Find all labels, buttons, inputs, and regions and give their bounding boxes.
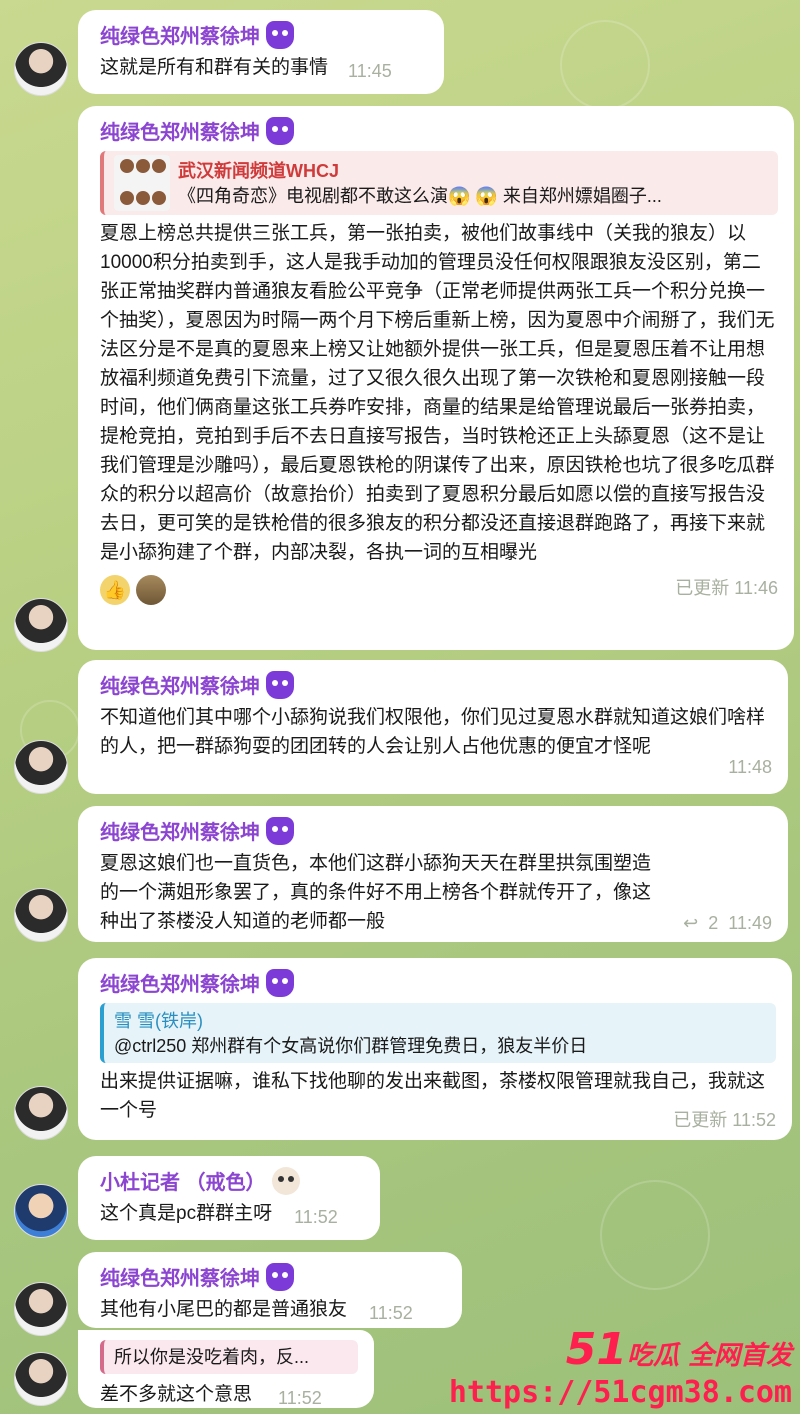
sender-name[interactable]: 小杜记者 （戒色） — [100, 1166, 364, 1195]
message-text: 这个真是pc群群主呀 — [100, 1203, 273, 1224]
message-bubble[interactable]: 所以你是没吃着肉，反... 差不多就这个意思 11:52 — [78, 1330, 374, 1408]
message-time: 已更新 11:52 — [673, 1110, 776, 1130]
quote-body: 《四角奇恋》电视剧都不敢这么演😱 😱 来自郑州嫖娼圈子... — [178, 186, 662, 206]
forwarded-quote[interactable]: 武汉新闻频道WHCJ 《四角奇恋》电视剧都不敢这么演😱 😱 来自郑州嫖娼圈子..… — [100, 151, 778, 215]
background-doodle — [600, 1180, 710, 1290]
sender-name[interactable]: 纯绿色郑州蔡徐坤 — [100, 116, 778, 145]
message-bubble[interactable]: 小杜记者 （戒色） 这个真是pc群群主呀 11:52 — [78, 1156, 380, 1240]
message-text: 其他有小尾巴的都是普通狼友 — [100, 1299, 348, 1320]
sender-name[interactable]: 纯绿色郑州蔡徐坤 — [100, 1262, 446, 1291]
watermark-brand: 51吃瓜 全网首发 — [565, 1324, 792, 1375]
emoji-status-icon — [266, 116, 294, 145]
message-bubble[interactable]: 纯绿色郑州蔡徐坤 这就是所有和群有关的事情 11:45 — [78, 10, 444, 94]
message-time: 11:49 — [728, 913, 772, 933]
avatar[interactable] — [14, 598, 68, 652]
avatar[interactable] — [14, 1086, 68, 1140]
message-time: 11:45 — [348, 61, 392, 81]
emoji-status-icon — [266, 1262, 294, 1291]
thumbs-up-reaction[interactable]: 👍 — [100, 575, 130, 605]
message-time: 11:48 — [728, 757, 772, 777]
avatar[interactable] — [14, 888, 68, 942]
quote-title: 雪 雪(铁岸) — [114, 1011, 203, 1031]
owl-emoji-status-icon — [271, 1166, 300, 1195]
background-doodle — [560, 20, 650, 110]
photo-reaction[interactable] — [136, 575, 166, 605]
quote-body: @ctrl250 郑州群有个女高说你们群管理免费日，狼友半价日 — [114, 1036, 588, 1056]
reply-quote[interactable]: 所以你是没吃着肉，反... — [100, 1340, 358, 1374]
message-bubble[interactable]: 纯绿色郑州蔡徐坤 夏恩这娘们也一直货色，本他们这群小舔狗天天在群里拱氛围塑造的一… — [78, 806, 788, 942]
message-bubble[interactable]: 纯绿色郑州蔡徐坤 不知道他们其中哪个小舔狗说我们权限他，你们见过夏恩水群就知道这… — [78, 660, 788, 794]
reply-count[interactable]: 2 — [708, 913, 718, 934]
avatar[interactable] — [14, 740, 68, 794]
reactions: 👍 — [100, 575, 166, 605]
message-text: 夏恩这娘们也一直货色，本他们这群小舔狗天天在群里拱氛围塑造的一个满姐形象罢了，真… — [100, 853, 652, 932]
message-time: 11:52 — [278, 1388, 322, 1408]
emoji-status-icon — [266, 20, 294, 49]
message-text: 差不多就这个意思 — [100, 1384, 253, 1405]
message-bubble[interactable]: 纯绿色郑州蔡徐坤 雪 雪(铁岸) @ctrl250 郑州群有个女高说你们群管理免… — [78, 958, 792, 1140]
sender-name[interactable]: 纯绿色郑州蔡徐坤 — [100, 816, 772, 845]
message-time: 11:52 — [369, 1303, 413, 1323]
emoji-status-icon — [266, 968, 294, 997]
avatar[interactable] — [14, 1282, 68, 1336]
sender-name[interactable]: 纯绿色郑州蔡徐坤 — [100, 20, 428, 49]
message-time: 11:52 — [294, 1207, 338, 1227]
sender-name[interactable]: 纯绿色郑州蔡徐坤 — [100, 968, 776, 997]
site-watermark: 51吃瓜 全网首发 https://51cgm38.com — [449, 1324, 792, 1410]
avatar[interactable] — [14, 42, 68, 96]
message-text: 这就是所有和群有关的事情 — [100, 57, 329, 78]
emoji-status-icon — [266, 816, 294, 845]
message-bubble[interactable]: 纯绿色郑州蔡徐坤 其他有小尾巴的都是普通狼友 11:52 — [78, 1252, 462, 1328]
quote-thumbnail — [114, 155, 170, 211]
reply-icon[interactable]: ↩ — [683, 913, 698, 934]
watermark-url: https://51cgm38.com — [448, 1375, 792, 1410]
emoji-status-icon — [266, 670, 294, 699]
quote-body: 所以你是没吃着肉，反... — [114, 1347, 310, 1367]
reply-quote[interactable]: 雪 雪(铁岸) @ctrl250 郑州群有个女高说你们群管理免费日，狼友半价日 — [100, 1003, 776, 1063]
message-time: 已更新 11:46 — [675, 578, 778, 598]
avatar[interactable] — [14, 1184, 68, 1238]
avatar[interactable] — [14, 1352, 68, 1406]
message-bubble[interactable]: 纯绿色郑州蔡徐坤 武汉新闻频道WHCJ 《四角奇恋》电视剧都不敢这么演😱 😱 来… — [78, 106, 794, 650]
sender-name[interactable]: 纯绿色郑州蔡徐坤 — [100, 670, 772, 699]
quote-title: 武汉新闻频道WHCJ — [178, 161, 339, 181]
message-text: 不知道他们其中哪个小舔狗说我们权限他，你们见过夏恩水群就知道这娘们啥样的人，把一… — [100, 707, 766, 757]
message-text: 夏恩上榜总共提供三张工兵，第一张拍卖，被他们故事线中（关我的狼友）以10000积… — [100, 223, 775, 563]
